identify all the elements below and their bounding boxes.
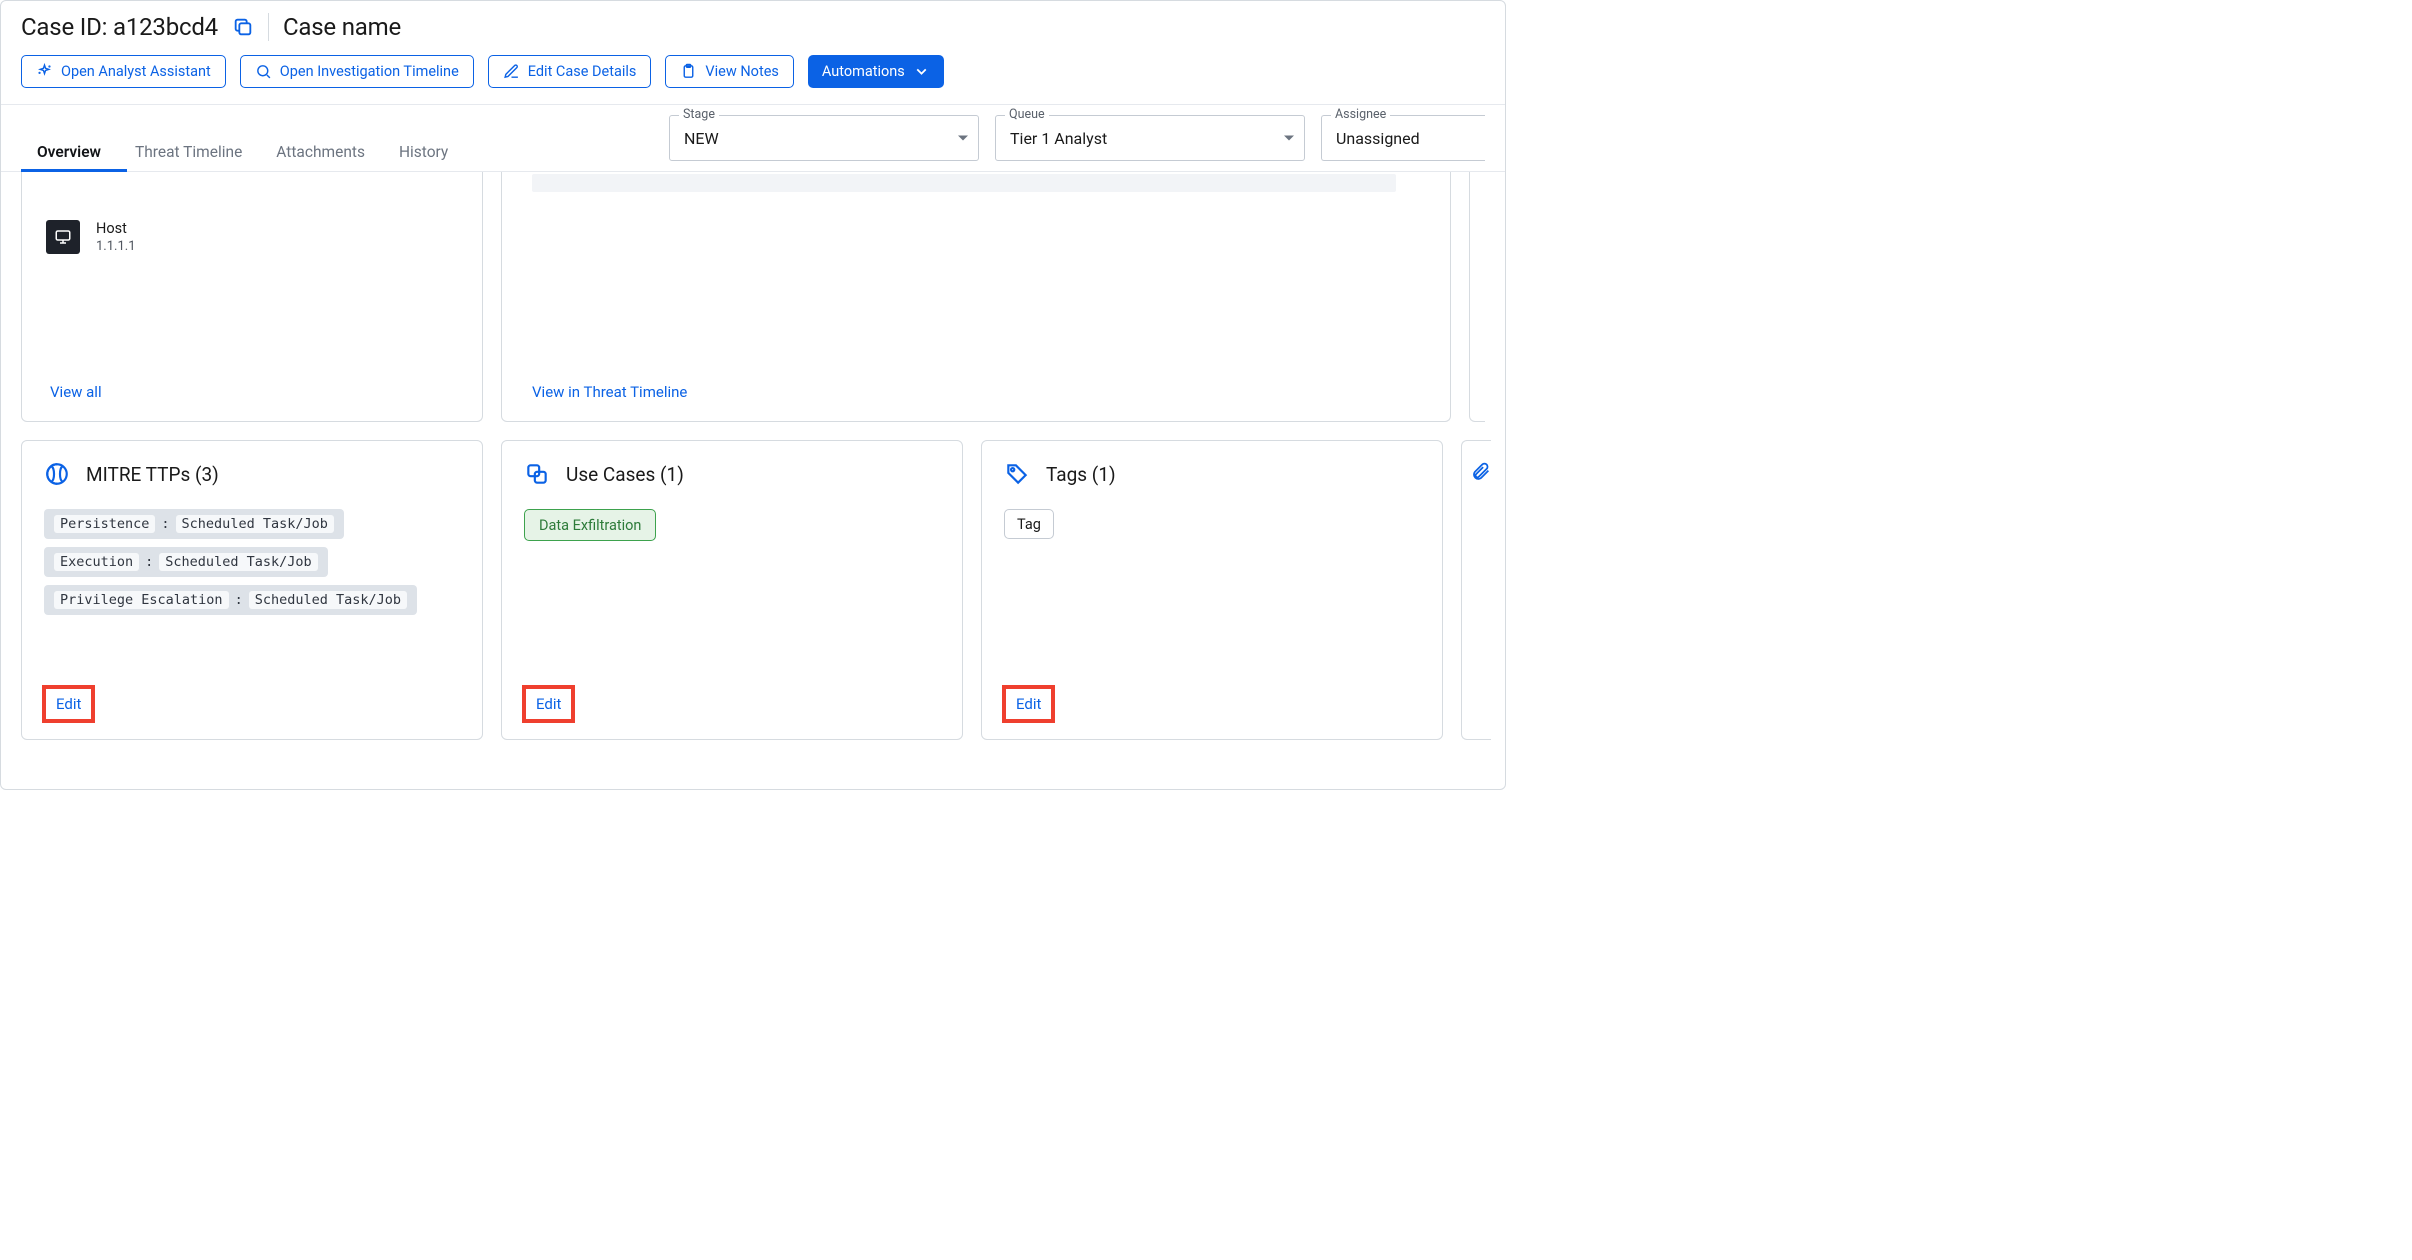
view-all-link[interactable]: View all bbox=[50, 383, 102, 401]
open-investigation-timeline-label: Open Investigation Timeline bbox=[280, 63, 459, 80]
mitre-ttp-item[interactable]: Execution: Scheduled Task/Job bbox=[44, 547, 328, 577]
mitre-technique: Scheduled Task/Job bbox=[159, 553, 317, 571]
highlight-box: Edit bbox=[1002, 685, 1055, 723]
open-analyst-assistant-label: Open Analyst Assistant bbox=[61, 63, 211, 80]
queue-value: Tier 1 Analyst bbox=[1010, 129, 1107, 148]
mitre-technique: Scheduled Task/Job bbox=[176, 515, 334, 533]
monitor-icon bbox=[46, 220, 80, 254]
automations-dropdown[interactable]: Automations bbox=[808, 55, 944, 88]
mitre-category: Privilege Escalation bbox=[54, 591, 229, 609]
tags-title: Tags (1) bbox=[1046, 463, 1116, 486]
mitre-ttp-item[interactable]: Privilege Escalation: Scheduled Task/Job bbox=[44, 585, 417, 615]
use-cases-card: Use Cases (1) Data Exfiltration Edit bbox=[501, 440, 963, 740]
hosts-panel: Host 1.1.1.1 View all bbox=[21, 172, 483, 422]
timeline-placeholder-bar bbox=[532, 174, 1396, 192]
host-value: 1.1.1.1 bbox=[96, 239, 136, 254]
highlight-box: Edit bbox=[522, 685, 575, 723]
mitre-ttps-title: MITRE TTPs (3) bbox=[86, 463, 219, 486]
pencil-icon bbox=[503, 63, 520, 80]
attachments-card-cutoff bbox=[1461, 440, 1491, 740]
edit-tags-link[interactable]: Edit bbox=[1016, 695, 1041, 713]
chevron-down-icon bbox=[958, 136, 968, 141]
copy-icon[interactable] bbox=[232, 16, 254, 38]
highlight-box: Edit bbox=[42, 685, 95, 723]
search-icon bbox=[255, 63, 272, 80]
tab-overview[interactable]: Overview bbox=[37, 143, 101, 171]
host-item[interactable]: Host 1.1.1.1 bbox=[46, 220, 458, 254]
tags-card: Tags (1) Tag Edit bbox=[981, 440, 1443, 740]
queue-label: Queue bbox=[1005, 107, 1049, 122]
clipboard-icon bbox=[680, 63, 697, 80]
stage-value: NEW bbox=[684, 129, 719, 148]
threat-timeline-panel: View in Threat Timeline bbox=[501, 172, 1451, 422]
tab-threat-timeline[interactable]: Threat Timeline bbox=[135, 143, 242, 171]
edit-case-details-label: Edit Case Details bbox=[528, 63, 637, 80]
view-notes-button[interactable]: View Notes bbox=[665, 55, 793, 88]
mitre-category: Execution bbox=[54, 553, 139, 571]
mitre-icon bbox=[44, 461, 70, 487]
edit-usecases-link[interactable]: Edit bbox=[536, 695, 561, 713]
edit-case-details-button[interactable]: Edit Case Details bbox=[488, 55, 652, 88]
automations-label: Automations bbox=[822, 63, 905, 80]
panel-cutoff bbox=[1469, 172, 1485, 422]
tab-active-indicator bbox=[21, 169, 127, 172]
paperclip-icon bbox=[1470, 470, 1491, 486]
host-label: Host bbox=[96, 220, 136, 237]
sparkle-icon bbox=[36, 63, 53, 80]
stack-icon bbox=[524, 461, 550, 487]
chevron-down-icon bbox=[1284, 136, 1294, 141]
mitre-technique: Scheduled Task/Job bbox=[249, 591, 407, 609]
edit-mitre-link[interactable]: Edit bbox=[56, 695, 81, 713]
tab-history[interactable]: History bbox=[399, 143, 448, 171]
mitre-category: Persistence bbox=[54, 515, 155, 533]
mitre-ttps-card: MITRE TTPs (3) Persistence: Scheduled Ta… bbox=[21, 440, 483, 740]
open-investigation-timeline-button[interactable]: Open Investigation Timeline bbox=[240, 55, 474, 88]
assignee-label: Assignee bbox=[1331, 107, 1390, 122]
open-analyst-assistant-button[interactable]: Open Analyst Assistant bbox=[21, 55, 226, 88]
header-divider bbox=[268, 13, 269, 41]
case-name: Case name bbox=[283, 13, 401, 41]
tag-icon bbox=[1004, 461, 1030, 487]
tab-attachments[interactable]: Attachments bbox=[276, 143, 365, 171]
tag-chip[interactable]: Tag bbox=[1004, 509, 1054, 539]
use-cases-title: Use Cases (1) bbox=[566, 463, 684, 486]
use-case-pill[interactable]: Data Exfiltration bbox=[524, 509, 656, 541]
assignee-value: Unassigned bbox=[1336, 129, 1420, 148]
mitre-ttp-item[interactable]: Persistence: Scheduled Task/Job bbox=[44, 509, 344, 539]
view-in-threat-timeline-link[interactable]: View in Threat Timeline bbox=[532, 383, 687, 401]
chevron-down-icon bbox=[913, 63, 930, 80]
case-id: Case ID: a123bcd4 bbox=[21, 13, 218, 41]
stage-label: Stage bbox=[679, 107, 719, 122]
view-notes-label: View Notes bbox=[705, 63, 778, 80]
